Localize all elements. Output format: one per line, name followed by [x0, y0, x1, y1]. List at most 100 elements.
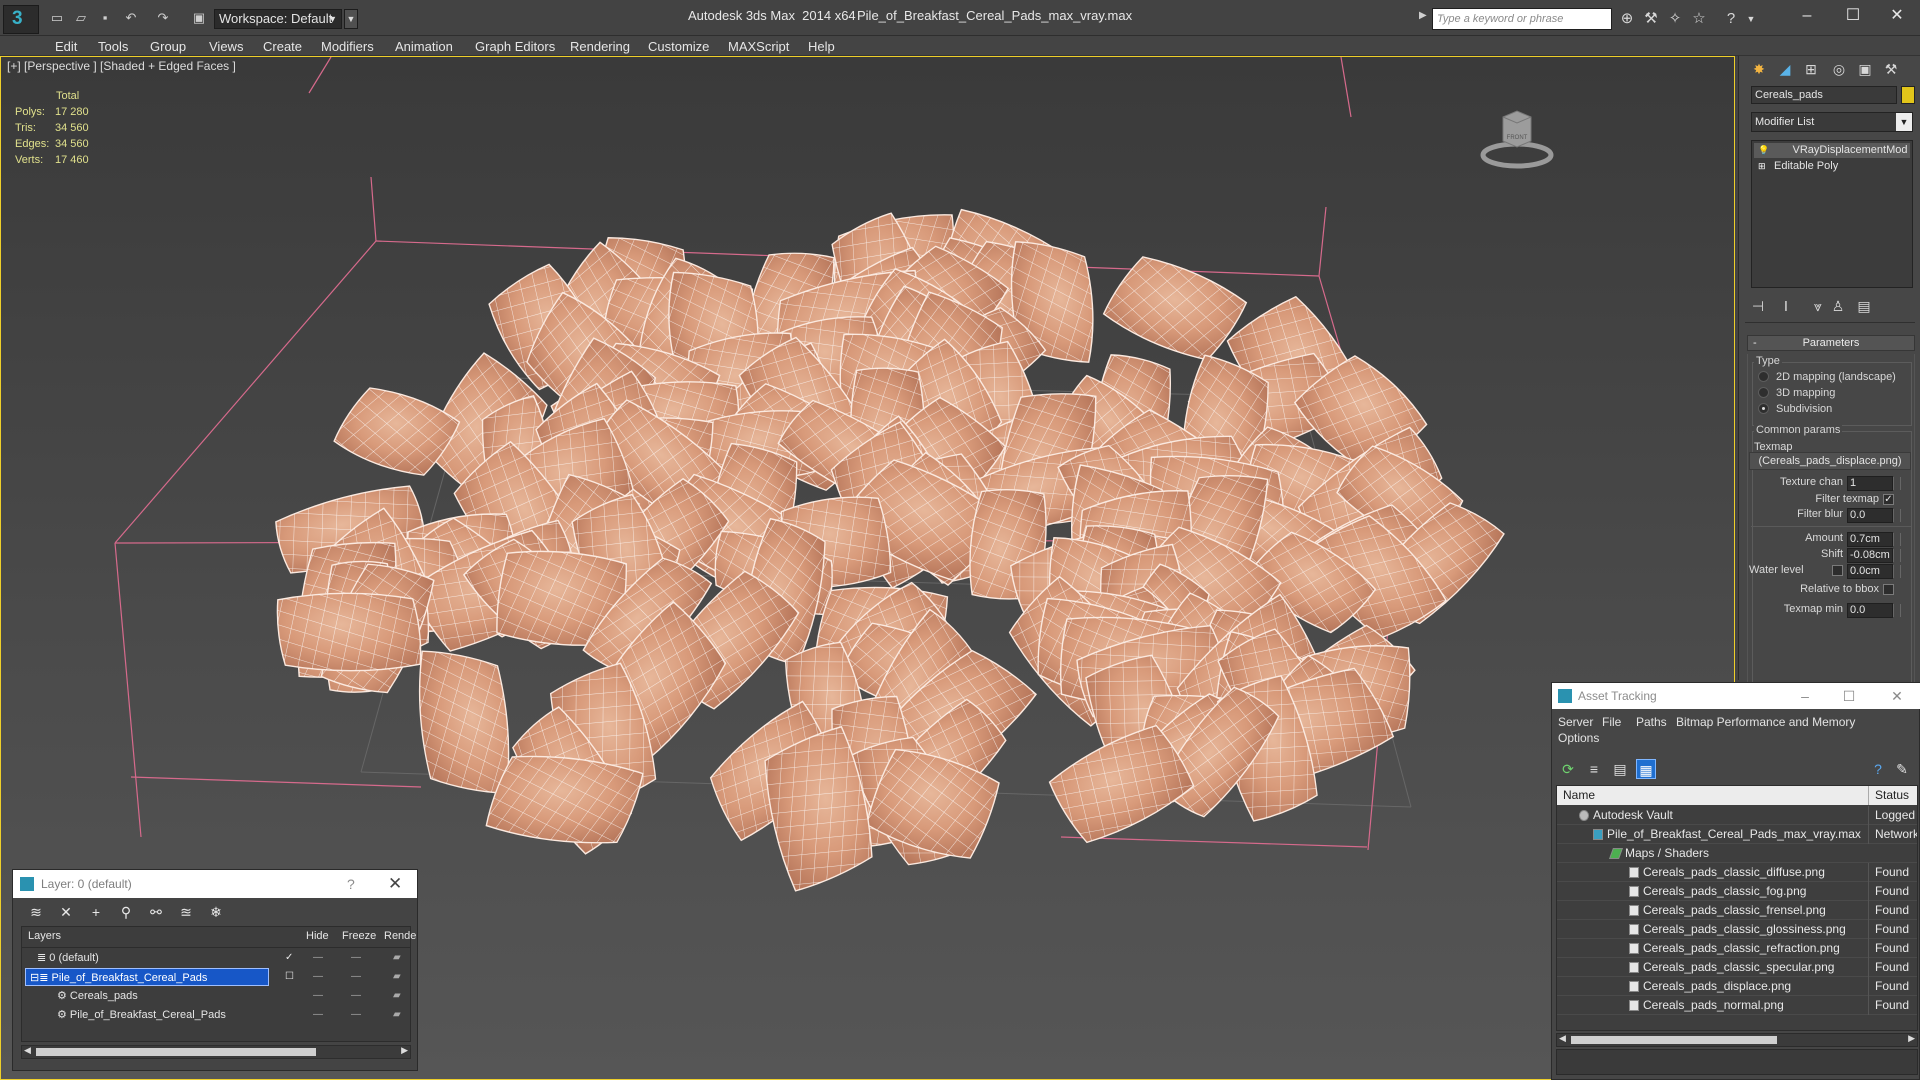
motion-tab-icon[interactable]: ◎ — [1827, 58, 1851, 80]
render-toggle[interactable]: ▰ — [393, 987, 401, 1005]
menu-file[interactable]: File — [1602, 715, 1621, 729]
hide-toggle[interactable]: — — [313, 949, 323, 967]
render-toggle[interactable]: ▰ — [393, 949, 401, 967]
menu-options[interactable]: Options — [1558, 731, 1599, 745]
radio-subdivision[interactable]: Subdivision — [1758, 402, 1832, 416]
layer-row[interactable]: ⊟≣ Pile_of_Breakfast_Cereal_Pads ☐ — — ▰ — [23, 968, 409, 987]
redo-icon[interactable]: ↷ — [154, 10, 172, 26]
minimize-icon[interactable]: – — [1790, 683, 1820, 709]
asset-row[interactable]: Cereals_pads_classic_fog.png Found — [1557, 882, 1917, 901]
freeze-toggle[interactable]: — — [351, 968, 361, 986]
render-toggle[interactable]: ▰ — [393, 1006, 401, 1024]
viewport-label[interactable]: [+] [Perspective ] [Shaded + Edged Faces… — [7, 59, 236, 73]
freeze-all-layers-icon[interactable]: ❄ — [205, 902, 227, 922]
shift-spinner[interactable]: -0.08cm — [1847, 548, 1901, 563]
close-icon[interactable]: ✕ — [1880, 4, 1914, 28]
layer-row[interactable]: ⚙ Cereals_pads — — ▰ — [23, 987, 409, 1006]
menu-rendering[interactable]: Rendering — [570, 39, 630, 54]
create-tab-icon[interactable]: ✸ — [1747, 58, 1771, 80]
hierarchy-tab-icon[interactable]: ⊞ — [1799, 58, 1823, 80]
hide-toggle[interactable]: — — [313, 968, 323, 986]
save-file-icon[interactable]: ▪ — [96, 10, 114, 26]
asset-row[interactable]: Cereals_pads_classic_refraction.png Found — [1557, 939, 1917, 958]
hide-toggle[interactable]: — — [313, 1006, 323, 1024]
freeze-toggle[interactable]: — — [351, 987, 361, 1005]
binoculars-icon[interactable]: ⊕ — [1617, 9, 1637, 29]
scrollbar-thumb[interactable] — [1571, 1036, 1777, 1044]
scroll-right-icon[interactable]: ▶ — [1908, 1033, 1915, 1044]
menu-views[interactable]: Views — [209, 39, 243, 54]
create-layer-icon[interactable]: ≋ — [25, 902, 47, 922]
menu-create[interactable]: Create — [263, 39, 302, 54]
new-file-icon[interactable]: ▭ — [48, 10, 66, 26]
table-view-icon[interactable]: ▦ — [1636, 759, 1656, 779]
communication-icon[interactable]: ✧ — [1665, 9, 1685, 29]
freeze-toggle[interactable]: — — [351, 1006, 361, 1024]
scrollbar-thumb[interactable] — [36, 1048, 316, 1056]
tree-view-icon[interactable]: ▤ — [1610, 759, 1630, 779]
asset-row[interactable]: Pile_of_Breakfast_Cereal_Pads_max_vray.m… — [1557, 825, 1917, 844]
radio-2d-mapping[interactable]: 2D mapping (landscape) — [1758, 370, 1896, 384]
asset-dialog-titlebar[interactable]: Asset Tracking — [1552, 683, 1920, 709]
stack-item-vray-displacement[interactable]: 💡 VRayDisplacementMod — [1754, 143, 1910, 158]
menu-modifiers[interactable]: Modifiers — [321, 39, 374, 54]
project-folder-icon[interactable]: ▣ — [190, 10, 208, 26]
column-status[interactable]: Status — [1868, 786, 1909, 805]
column-layers[interactable]: Layers — [28, 930, 61, 942]
show-end-result-icon[interactable]: Ⅰ — [1775, 296, 1797, 316]
viewcube[interactable]: FRONT — [1480, 110, 1554, 169]
object-name-field[interactable]: Cereals_pads — [1751, 86, 1897, 104]
render-toggle[interactable]: ▰ — [393, 968, 401, 986]
maximize-icon[interactable]: ☐ — [1834, 683, 1864, 709]
app-menu-button[interactable]: 3 — [3, 5, 39, 34]
workspace-dropdown-button[interactable]: ▼ — [344, 9, 358, 29]
subscription-icon[interactable]: ⚒ — [1641, 9, 1661, 29]
undo-icon[interactable]: ↶ — [122, 10, 140, 26]
workspace-select[interactable]: Workspace: Default ▼ — [214, 9, 342, 29]
pin-stack-icon[interactable]: ⊣ — [1747, 296, 1769, 316]
menu-bitmap-performance[interactable]: Bitmap Performance and Memory — [1676, 715, 1855, 729]
texmap-min-spinner[interactable]: 0.0 — [1847, 603, 1901, 618]
menu-customize[interactable]: Customize — [648, 39, 709, 54]
help-icon[interactable]: ? — [347, 870, 355, 898]
search-expand-icon[interactable]: ▶ — [1419, 10, 1427, 21]
horizontal-scrollbar[interactable]: ◀ ▶ — [1556, 1033, 1918, 1047]
menu-graph-editors[interactable]: Graph Editors — [475, 39, 555, 54]
menu-tools[interactable]: Tools — [98, 39, 128, 54]
freeze-toggle[interactable]: — — [351, 949, 361, 967]
open-file-icon[interactable]: ▱ — [72, 10, 90, 26]
delete-layer-icon[interactable]: ✕ — [55, 902, 77, 922]
stack-item-editable-poly[interactable]: ⊞ Editable Poly — [1754, 159, 1910, 174]
horizontal-scrollbar[interactable]: ◀ ▶ — [21, 1045, 411, 1059]
close-icon[interactable]: ✕ — [1882, 683, 1912, 709]
add-to-layer-icon[interactable]: + — [85, 902, 107, 922]
search-input[interactable]: Type a keyword or phrase — [1432, 8, 1612, 30]
scroll-right-icon[interactable]: ▶ — [401, 1045, 408, 1056]
hide-toggle[interactable]: — — [313, 987, 323, 1005]
radio-3d-mapping[interactable]: 3D mapping — [1758, 386, 1835, 400]
select-objects-icon[interactable]: ⚲ — [115, 902, 137, 922]
water-level-spinner[interactable]: 0.0cm — [1847, 564, 1901, 579]
column-render[interactable]: Rende — [384, 930, 416, 942]
remove-modifier-icon[interactable]: ♙ — [1827, 296, 1849, 316]
asset-row[interactable]: Autodesk Vault Logged O — [1557, 806, 1917, 825]
texture-chan-spinner[interactable]: 1 — [1847, 476, 1901, 491]
menu-paths[interactable]: Paths — [1636, 715, 1667, 729]
hide-all-layers-icon[interactable]: ≊ — [175, 902, 197, 922]
asset-row[interactable]: Cereals_pads_normal.png Found — [1557, 996, 1917, 1015]
object-color-swatch[interactable] — [1901, 86, 1915, 104]
help-dropdown-icon[interactable]: ▼ — [1741, 9, 1761, 29]
filter-blur-spinner[interactable]: 0.0 — [1847, 508, 1901, 523]
help-icon[interactable]: ? — [1868, 759, 1888, 779]
relative-to-bbox-checkbox[interactable] — [1883, 584, 1894, 595]
scroll-left-icon[interactable]: ◀ — [24, 1045, 31, 1056]
menu-group[interactable]: Group — [150, 39, 186, 54]
column-hide[interactable]: Hide — [306, 930, 329, 942]
asset-row[interactable]: Maps / Shaders — [1557, 844, 1917, 863]
layer-dialog-titlebar[interactable]: Layer: 0 (default) — [13, 870, 417, 898]
asset-row[interactable]: Cereals_pads_classic_glossiness.png Found — [1557, 920, 1917, 939]
column-name[interactable]: Name — [1563, 786, 1595, 805]
settings-icon[interactable]: ✎ — [1892, 759, 1912, 779]
filter-texmap-checkbox[interactable]: ✓ — [1883, 494, 1894, 505]
layer-row[interactable]: ⚙ Pile_of_Breakfast_Cereal_Pads — — ▰ — [23, 1006, 409, 1025]
